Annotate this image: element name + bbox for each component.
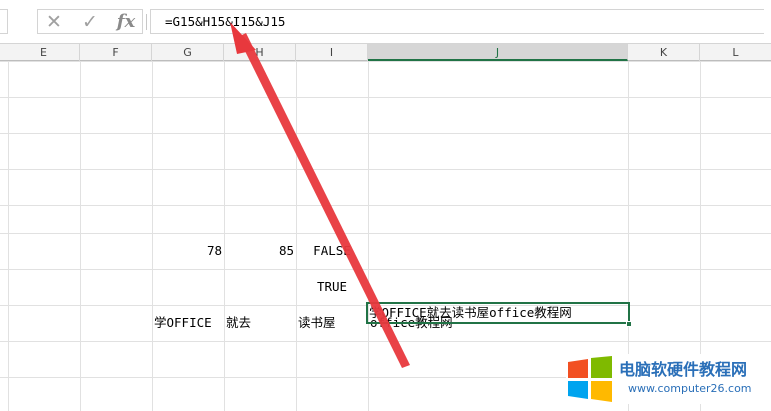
gridline — [0, 269, 771, 270]
gridline — [8, 61, 9, 411]
enter-icon[interactable]: ✓ — [78, 12, 102, 32]
cell-i-text[interactable]: 读书屋 — [298, 305, 368, 341]
formula-bar: ✕ ✓ fx =G15&H15&I15&J15 — [0, 0, 771, 43]
column-header-i[interactable]: I — [296, 44, 368, 61]
gridline — [0, 341, 771, 342]
column-header-l[interactable]: L — [700, 44, 771, 61]
column-header-g[interactable]: G — [152, 44, 224, 61]
gridline — [0, 205, 771, 206]
gridline — [0, 133, 771, 134]
column-header-row: E F G H I J K L — [0, 43, 771, 61]
gridline — [0, 61, 771, 62]
column-header-j[interactable]: J — [368, 44, 628, 61]
watermark-title: 电脑软硬件教程网 — [619, 360, 748, 379]
cell-h-text[interactable]: 就去 — [226, 305, 296, 341]
gridline — [0, 169, 771, 170]
gridline — [368, 61, 369, 411]
name-box-edge[interactable] — [0, 9, 8, 34]
column-header-e[interactable]: E — [8, 44, 80, 61]
site-watermark: 电脑软硬件教程网 www.computer26.com — [566, 354, 771, 404]
fill-handle[interactable] — [626, 321, 632, 327]
cell-h-number[interactable]: 85 — [224, 233, 294, 269]
cell-i-false[interactable]: FALSE — [296, 233, 368, 269]
column-header-f[interactable]: F — [80, 44, 152, 61]
formula-bar-separator — [146, 14, 147, 30]
cell-g-number[interactable]: 78 — [152, 233, 222, 269]
cancel-icon[interactable]: ✕ — [42, 12, 66, 32]
windows-logo-icon — [568, 356, 612, 402]
active-cell-border[interactable] — [366, 302, 630, 324]
formula-bar-buttons: ✕ ✓ fx — [37, 9, 143, 34]
gridline — [0, 233, 771, 234]
insert-function-icon[interactable]: fx — [114, 12, 138, 32]
gridline — [80, 61, 81, 411]
cell-i-true[interactable]: TRUE — [296, 269, 368, 305]
column-header-k[interactable]: K — [628, 44, 700, 61]
watermark-url: www.computer26.com — [628, 382, 752, 395]
gridline — [0, 97, 771, 98]
formula-input[interactable]: =G15&H15&I15&J15 — [150, 9, 764, 34]
cell-g-text[interactable]: 学OFFICE — [154, 305, 224, 341]
column-header-h[interactable]: H — [224, 44, 296, 61]
